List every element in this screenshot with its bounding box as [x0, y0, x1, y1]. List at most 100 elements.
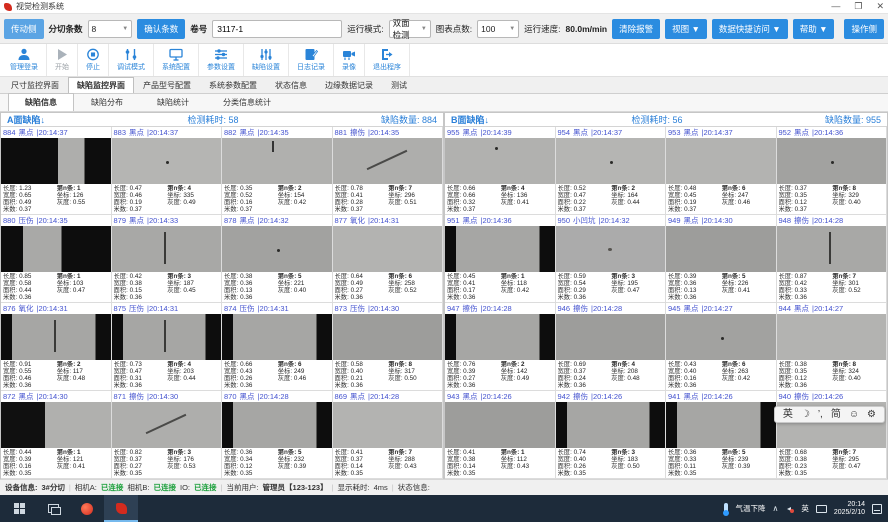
defect-image[interactable] — [777, 314, 887, 360]
subtab-class-info-statistics[interactable]: 分类信息统计 — [206, 93, 288, 111]
admin-login-button[interactable]: 管理登录 — [2, 44, 47, 76]
defect-cell[interactable]: 943 黑点 |20:14:26 长度: 0.41 宽度: 0.38 面积: 0… — [445, 391, 556, 479]
log-record-button[interactable]: 日志记录 — [289, 44, 334, 76]
tab-defect-monitor[interactable]: 缺陷监控界面 — [68, 77, 134, 93]
help-menu-button[interactable]: 帮助 ▼ — [793, 19, 835, 39]
defect-cell[interactable]: 951 黑点 |20:14:36 长度: 0.45 宽度: 0.41 面积: 0… — [445, 215, 556, 303]
roll-number-input[interactable] — [212, 20, 342, 38]
defect-cell[interactable]: 873 压伤 |20:14:30 长度: 0.58 宽度: 0.40 面积: 0… — [333, 303, 444, 391]
weather-text[interactable]: 气温下降 — [735, 503, 765, 514]
defect-cell[interactable]: 950 小凹坑 |20:14:32 长度: 0.59 宽度: 0.54 面积: … — [556, 215, 667, 303]
defect-image[interactable] — [556, 402, 666, 448]
tab-system-param-config[interactable]: 系统参数配置 — [200, 77, 266, 93]
ime-english-toggle[interactable]: 英 — [783, 407, 793, 422]
defect-cell[interactable]: 877 氧化 |20:14:31 长度: 0.64 宽度: 0.49 面积: 0… — [333, 215, 444, 303]
tab-edge-data-record[interactable]: 边缘数据记录 — [316, 77, 382, 93]
task-view-button[interactable] — [36, 495, 70, 522]
defect-cell[interactable]: 945 黑点 |20:14:27 长度: 0.43 宽度: 0.40 面积: 0… — [666, 303, 777, 391]
slit-count-select[interactable]: 8▼ — [88, 20, 133, 38]
defect-cell[interactable]: 882 黑点 |20:14:35 长度: 0.35 宽度: 0.52 面积: 0… — [222, 127, 333, 215]
drive-side-button[interactable]: 传动侧 — [4, 19, 44, 39]
defect-cell[interactable]: 878 黑点 |20:14:32 长度: 0.38 宽度: 0.36 面积: 0… — [222, 215, 333, 303]
system-config-button[interactable]: 系统配置 — [154, 44, 199, 76]
defect-image[interactable] — [556, 314, 666, 360]
defect-cell[interactable]: 881 擦伤 |20:14:35 长度: 0.78 宽度: 0.41 面积: 0… — [333, 127, 444, 215]
defect-image[interactable] — [112, 314, 222, 360]
defect-image[interactable] — [666, 314, 776, 360]
defect-cell[interactable]: 870 黑点 |20:14:28 长度: 0.36 宽度: 0.34 面积: 0… — [222, 391, 333, 479]
parameter-settings-button[interactable]: 参数设置 — [199, 44, 244, 76]
defect-image[interactable] — [445, 402, 555, 448]
subtab-defect-distribution[interactable]: 缺陷分布 — [74, 93, 140, 111]
language-indicator[interactable]: 英 — [801, 503, 809, 514]
browser-app-button[interactable] — [70, 495, 104, 522]
weather-thermometer-icon[interactable] — [724, 503, 728, 514]
defect-image[interactable] — [445, 226, 555, 272]
defect-image[interactable] — [112, 138, 222, 184]
defect-image[interactable] — [333, 402, 443, 448]
run-mode-select[interactable]: 双面检测▼ — [389, 20, 431, 38]
defect-cell[interactable]: 876 氧化 |20:14:31 长度: 0.91 宽度: 0.55 面积: 0… — [1, 303, 112, 391]
action-center-icon[interactable] — [872, 504, 882, 514]
stop-button[interactable]: 停止 — [78, 44, 109, 76]
defect-cell[interactable]: 949 黑点 |20:14:30 长度: 0.39 宽度: 0.36 面积: 0… — [666, 215, 777, 303]
defect-cell[interactable]: 948 擦伤 |20:14:28 长度: 0.87 宽度: 0.42 面积: 0… — [777, 215, 888, 303]
defect-cell[interactable]: 869 黑点 |20:14:28 长度: 0.41 宽度: 0.37 面积: 0… — [333, 391, 444, 479]
defect-image[interactable] — [333, 138, 443, 184]
taskbar-clock[interactable]: 20:14 2025/2/10 — [834, 501, 865, 517]
debug-mode-button[interactable]: 调试模式 — [109, 44, 154, 76]
defect-image[interactable] — [666, 138, 776, 184]
defect-cell[interactable]: 880 压伤 |20:14:35 长度: 0.85 宽度: 0.58 面积: 0… — [1, 215, 112, 303]
close-button[interactable]: ✕ — [876, 2, 884, 11]
defect-cell[interactable]: 872 黑点 |20:14:30 长度: 0.44 宽度: 0.39 面积: 0… — [1, 391, 112, 479]
defect-image[interactable] — [1, 402, 111, 448]
tab-size-monitor[interactable]: 尺寸监控界面 — [2, 77, 68, 93]
hidden-icons-chevron[interactable]: ∧ — [772, 504, 778, 513]
defect-image[interactable] — [1, 314, 111, 360]
exit-program-button[interactable]: 退出程序 — [365, 44, 410, 76]
defect-image[interactable] — [112, 402, 222, 448]
defect-image[interactable] — [666, 226, 776, 272]
defect-image[interactable] — [222, 314, 332, 360]
defect-image[interactable] — [556, 138, 666, 184]
clear-alarm-button[interactable]: 清除报警 — [612, 19, 660, 39]
defect-image[interactable] — [333, 314, 443, 360]
view-menu-button[interactable]: 视图 ▼ — [665, 19, 707, 39]
defect-cell[interactable]: 952 黑点 |20:14:36 长度: 0.37 宽度: 0.35 面积: 0… — [777, 127, 888, 215]
tab-product-model-config[interactable]: 产品型号配置 — [134, 77, 200, 93]
defect-settings-button[interactable]: 缺陷设置 — [244, 44, 289, 76]
defect-cell[interactable]: 947 擦伤 |20:14:28 长度: 0.76 宽度: 0.39 面积: 0… — [445, 303, 556, 391]
defect-cell[interactable]: 940 擦伤 |20:14:26 长度: 0.68 宽度: 0.38 面积: 0… — [777, 391, 888, 479]
ime-settings-icon[interactable]: ⚙ — [867, 407, 876, 422]
defect-cell[interactable]: 884 黑点 |20:14:37 长度: 1.23 宽度: 0.65 面积: 0… — [1, 127, 112, 215]
defect-image[interactable] — [333, 226, 443, 272]
panel-a-title[interactable]: A面缺陷↓ — [7, 113, 45, 126]
start-button[interactable]: 开始 — [47, 44, 78, 76]
defect-cell[interactable]: 879 黑点 |20:14:33 长度: 0.42 宽度: 0.38 面积: 0… — [112, 215, 223, 303]
start-menu-button[interactable] — [2, 495, 36, 522]
data-quick-access-button[interactable]: 数据快捷访问 ▼ — [712, 19, 788, 39]
ime-punctuation-toggle[interactable]: ’, — [818, 407, 823, 422]
confirm-count-button[interactable]: 确认条数 — [137, 19, 185, 39]
defect-image[interactable] — [1, 226, 111, 272]
defect-cell[interactable]: 871 擦伤 |20:14:30 长度: 0.82 宽度: 0.37 面积: 0… — [112, 391, 223, 479]
tab-test[interactable]: 测试 — [382, 77, 416, 93]
defect-image[interactable] — [222, 226, 332, 272]
defect-image[interactable] — [777, 226, 887, 272]
defect-cell[interactable]: 946 擦伤 |20:14:28 长度: 0.69 宽度: 0.37 面积: 0… — [556, 303, 667, 391]
defect-image[interactable] — [222, 138, 332, 184]
defect-image[interactable] — [445, 138, 555, 184]
defect-cell[interactable]: 955 黑点 |20:14:39 长度: 0.66 宽度: 0.66 面积: 0… — [445, 127, 556, 215]
operator-side-button[interactable]: 操作侧 — [844, 19, 884, 39]
defect-cell[interactable]: 941 黑点 |20:14:26 长度: 0.36 宽度: 0.33 面积: 0… — [666, 391, 777, 479]
defect-cell[interactable]: 942 擦伤 |20:14:26 长度: 0.74 宽度: 0.40 面积: 0… — [556, 391, 667, 479]
subtab-defect-info[interactable]: 缺陷信息 — [8, 93, 74, 111]
defect-image[interactable] — [666, 402, 776, 448]
defect-image[interactable] — [777, 138, 887, 184]
defect-cell[interactable]: 874 压伤 |20:14:31 长度: 0.66 宽度: 0.43 面积: 0… — [222, 303, 333, 391]
maximize-button[interactable]: ❐ — [854, 2, 862, 11]
touch-keyboard-icon[interactable] — [816, 505, 827, 513]
defect-cell[interactable]: 954 黑点 |20:14:37 长度: 0.52 宽度: 0.47 面积: 0… — [556, 127, 667, 215]
defect-image[interactable] — [445, 314, 555, 360]
defect-cell[interactable]: 944 黑点 |20:14:27 长度: 0.38 宽度: 0.35 面积: 0… — [777, 303, 888, 391]
